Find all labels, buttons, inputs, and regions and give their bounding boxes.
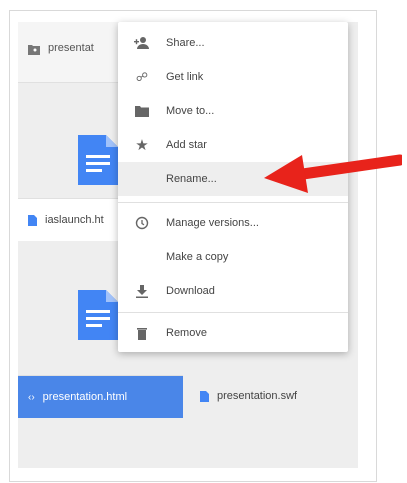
file-card[interactable]: iaslaunch.ht [18, 198, 118, 241]
folder-shared-icon [28, 42, 40, 60]
file-card-selected[interactable]: ‹› presentation.html [18, 375, 183, 418]
file-name: presentation.html [42, 391, 128, 403]
menu-item-move-to[interactable]: Move to... [118, 94, 348, 128]
trash-icon [134, 325, 150, 341]
menu-item-manage-versions[interactable]: Manage versions... [118, 206, 348, 240]
menu-item-share[interactable]: Share... [118, 26, 348, 60]
file-name: iaslaunch.ht [45, 214, 104, 226]
person-add-icon [134, 35, 150, 51]
red-arrow-icon [264, 154, 402, 193]
file-card[interactable]: presentation.swf [190, 375, 340, 417]
menu-item-download[interactable]: Download [118, 274, 348, 308]
history-icon [134, 215, 150, 231]
document-thumbnail-icon[interactable] [78, 135, 118, 190]
file-name: presentat [48, 42, 94, 54]
document-thumbnail-icon[interactable] [78, 290, 118, 345]
menu-item-make-copy[interactable]: Make a copy [118, 240, 348, 274]
folder-icon [134, 103, 150, 119]
file-name: presentation.swf [217, 390, 298, 402]
code-icon: ‹› [28, 391, 35, 403]
link-icon: ☍ [135, 70, 149, 84]
menu-item-get-link[interactable]: ☍ Get link [118, 60, 348, 94]
document-icon [200, 390, 209, 402]
document-icon [28, 214, 37, 226]
menu-divider [118, 312, 348, 313]
star-icon: ★ [135, 137, 149, 154]
menu-item-remove[interactable]: Remove [118, 316, 348, 350]
download-icon [134, 283, 150, 299]
menu-divider [118, 202, 348, 203]
